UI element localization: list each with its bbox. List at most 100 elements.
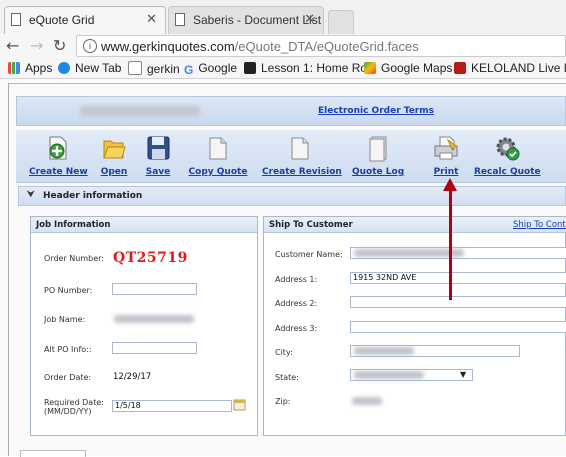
order-date-value: 12/29/17 <box>113 372 152 382</box>
customer-name-label: Customer Name: <box>275 250 343 259</box>
lesson-icon <box>244 62 256 74</box>
tab-label: eQuote Grid <box>29 13 95 27</box>
order-number-value: QT25719 <box>113 250 188 266</box>
create-new-button[interactable]: Create New <box>29 134 88 177</box>
create-new-icon <box>49 136 67 160</box>
new-tab-icon <box>58 62 70 74</box>
redacted-city <box>354 347 414 355</box>
bookmark-label: gerkin <box>147 62 180 76</box>
electronic-order-terms-link[interactable]: Electronic Order Terms <box>318 106 434 116</box>
url-path: /eQuote_DTA/eQuoteGrid.faces <box>234 39 419 54</box>
page-border-top <box>8 83 566 84</box>
bookmark-label: New Tab <box>75 61 122 75</box>
calendar-icon[interactable] <box>233 398 246 411</box>
quote-log-button[interactable]: Quote Log <box>352 134 404 177</box>
bookmarks-bar: Apps New Tab gerkin G Google Lesson 1: Ho… <box>0 58 566 79</box>
ship-to-contact-link[interactable]: Ship To Conta <box>513 220 566 230</box>
city-label: City: <box>275 348 293 357</box>
browser-toolbar: ← → ↻ i www.gerkinquotes.com/eQuote_DTA/… <box>0 34 566 58</box>
bookmark-apps[interactable]: Apps <box>8 61 52 75</box>
address-bar[interactable]: i www.gerkinquotes.com/eQuote_DTA/eQuote… <box>76 35 566 57</box>
bookmark-google-maps[interactable]: Google Maps <box>364 61 452 75</box>
save-button[interactable]: Save <box>142 134 174 177</box>
alt-po-info-input[interactable] <box>112 342 197 354</box>
page-icon <box>128 61 142 75</box>
document-icon <box>175 13 185 26</box>
po-number-input[interactable] <box>112 283 197 295</box>
zip-label: Zip: <box>275 397 291 406</box>
site-info-icon[interactable]: i <box>83 39 97 53</box>
required-date-input[interactable]: 1/5/18 <box>112 400 232 412</box>
page-border-left <box>8 83 9 456</box>
action-label: Create New <box>29 167 88 177</box>
back-icon[interactable]: ← <box>6 36 19 56</box>
alt-po-info-label: Alt PO Info:: <box>44 345 92 354</box>
po-number-label: PO Number: <box>44 286 93 295</box>
redacted-customer-name <box>354 249 464 257</box>
action-label: Create Revision <box>262 167 342 177</box>
action-label: Print <box>433 167 459 177</box>
address-3-label: Address 3: <box>275 324 318 333</box>
bookmark-keloland[interactable]: KELOLAND Live Dop <box>454 61 566 75</box>
folder-open-icon <box>103 140 126 159</box>
close-tab-icon[interactable]: ✕ <box>304 11 315 27</box>
annotation-arrow-shaft <box>449 188 452 300</box>
bookmark-label: Lesson 1: Home Row <box>261 61 376 75</box>
action-label: Open <box>100 167 128 177</box>
address-1-input[interactable]: 1915 32ND AVE <box>350 272 566 284</box>
panel-title: Ship To Customer <box>269 220 353 230</box>
new-tab-button[interactable] <box>328 10 354 34</box>
apps-grid-icon <box>8 62 20 74</box>
address-2-input[interactable] <box>350 296 566 308</box>
tab-saberis-document-list[interactable]: Saberis - Document List ✕ <box>168 6 324 34</box>
address-2-label: Address 2: <box>275 299 318 308</box>
header-information-section-toggle[interactable]: ⮟ Header information <box>18 186 566 206</box>
action-label: Save <box>145 167 171 177</box>
bookmark-label: Google Maps <box>381 61 453 75</box>
document-copy-icon <box>209 137 227 160</box>
print-button[interactable]: Print <box>429 134 463 177</box>
bookmark-label: Google <box>198 61 238 75</box>
section-title: Header information <box>43 191 143 201</box>
action-label: Copy Quote <box>188 167 248 177</box>
url-text: www.gerkinquotes.com/eQuote_DTA/eQuoteGr… <box>101 39 419 54</box>
redacted-state <box>354 371 424 379</box>
collapse-chevron-icon: ⮟ <box>27 190 35 200</box>
redacted-zip <box>352 397 382 405</box>
dropdown-arrow-icon[interactable]: ▼ <box>460 370 466 379</box>
tab-equote-grid[interactable]: eQuote Grid ✕ <box>4 6 166 34</box>
gear-check-icon <box>496 137 520 161</box>
floppy-disk-icon <box>147 136 170 160</box>
order-date-label: Order Date: <box>44 373 92 382</box>
tab-label: Saberis - Document List <box>193 13 322 27</box>
url-host: www.gerkinquotes.com <box>101 39 235 54</box>
bookmark-label: Apps <box>25 61 53 75</box>
bookmark-new-tab[interactable]: New Tab <box>58 61 121 75</box>
required-date-label: Required Date: <box>44 398 104 407</box>
close-tab-icon[interactable]: ✕ <box>146 11 157 27</box>
document-revision-icon <box>291 137 309 160</box>
forward-icon[interactable]: → <box>30 36 43 56</box>
address-3-input[interactable] <box>350 321 566 333</box>
bookmark-google[interactable]: G Google <box>184 61 238 77</box>
job-information-header: Job Information <box>31 217 257 233</box>
browser-tab-strip: eQuote Grid ✕ Saberis - Document List ✕ <box>0 0 566 34</box>
bookmark-label: KELOLAND Live Dop <box>471 61 566 75</box>
bookmark-gerkin[interactable]: gerkin <box>128 61 180 76</box>
panel-title: Job Information <box>36 220 111 230</box>
copy-quote-button[interactable]: Copy Quote <box>188 134 248 177</box>
document-icon <box>11 13 21 26</box>
bookmark-lesson[interactable]: Lesson 1: Home Row <box>244 61 376 75</box>
google-g-icon: G <box>184 63 194 77</box>
maps-icon <box>364 62 376 74</box>
create-revision-button[interactable]: Create Revision <box>262 134 342 177</box>
reload-icon[interactable]: ↻ <box>53 36 66 56</box>
recalc-quote-button[interactable]: Recalc Quote <box>474 134 541 177</box>
log-book-icon <box>369 136 387 162</box>
open-button[interactable]: Open <box>97 134 131 177</box>
job-name-label: Job Name: <box>44 315 86 324</box>
address-1-label: Address 1: <box>275 275 318 284</box>
redacted-company-name <box>80 106 200 116</box>
redacted-job-name <box>114 315 194 323</box>
order-number-label: Order Number: <box>44 254 104 263</box>
